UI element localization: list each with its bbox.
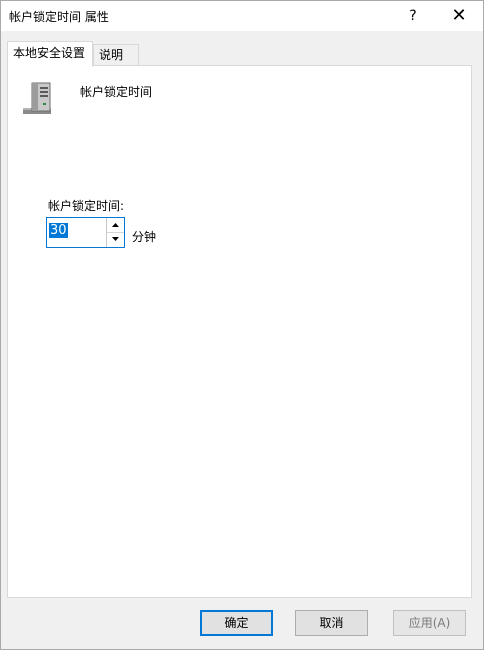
- server-icon: [23, 82, 51, 114]
- close-button[interactable]: ✕: [441, 1, 477, 31]
- ok-button[interactable]: 确定: [200, 610, 273, 636]
- properties-dialog: 帐户锁定时间 属性 ? ✕ 本地安全设置 说明 帐户锁定时间 帐户锁定时间: 3…: [0, 0, 484, 650]
- triangle-up-icon: [112, 223, 119, 227]
- tab-local-security-setting[interactable]: 本地安全设置: [7, 41, 93, 67]
- lockout-duration-value[interactable]: 30: [49, 223, 68, 238]
- spin-down-button[interactable]: [107, 232, 124, 246]
- tab-explain[interactable]: 说明: [93, 44, 139, 65]
- triangle-down-icon: [112, 237, 119, 241]
- policy-name: 帐户锁定时间: [80, 85, 153, 99]
- apply-button[interactable]: 应用(A): [393, 610, 466, 636]
- spin-up-button[interactable]: [107, 218, 124, 233]
- unit-label: 分钟: [132, 230, 157, 244]
- spinner-buttons: [106, 218, 124, 247]
- window-title: 帐户锁定时间 属性: [9, 10, 109, 24]
- cancel-button[interactable]: 取消: [295, 610, 368, 636]
- lockout-duration-spinner[interactable]: 30: [46, 217, 125, 248]
- help-button[interactable]: ?: [397, 1, 429, 31]
- title-bar[interactable]: 帐户锁定时间 属性 ? ✕: [1, 1, 483, 31]
- lockout-duration-label: 帐户锁定时间:: [48, 199, 125, 213]
- tab-panel: 帐户锁定时间 帐户锁定时间: 30 分钟: [7, 65, 472, 598]
